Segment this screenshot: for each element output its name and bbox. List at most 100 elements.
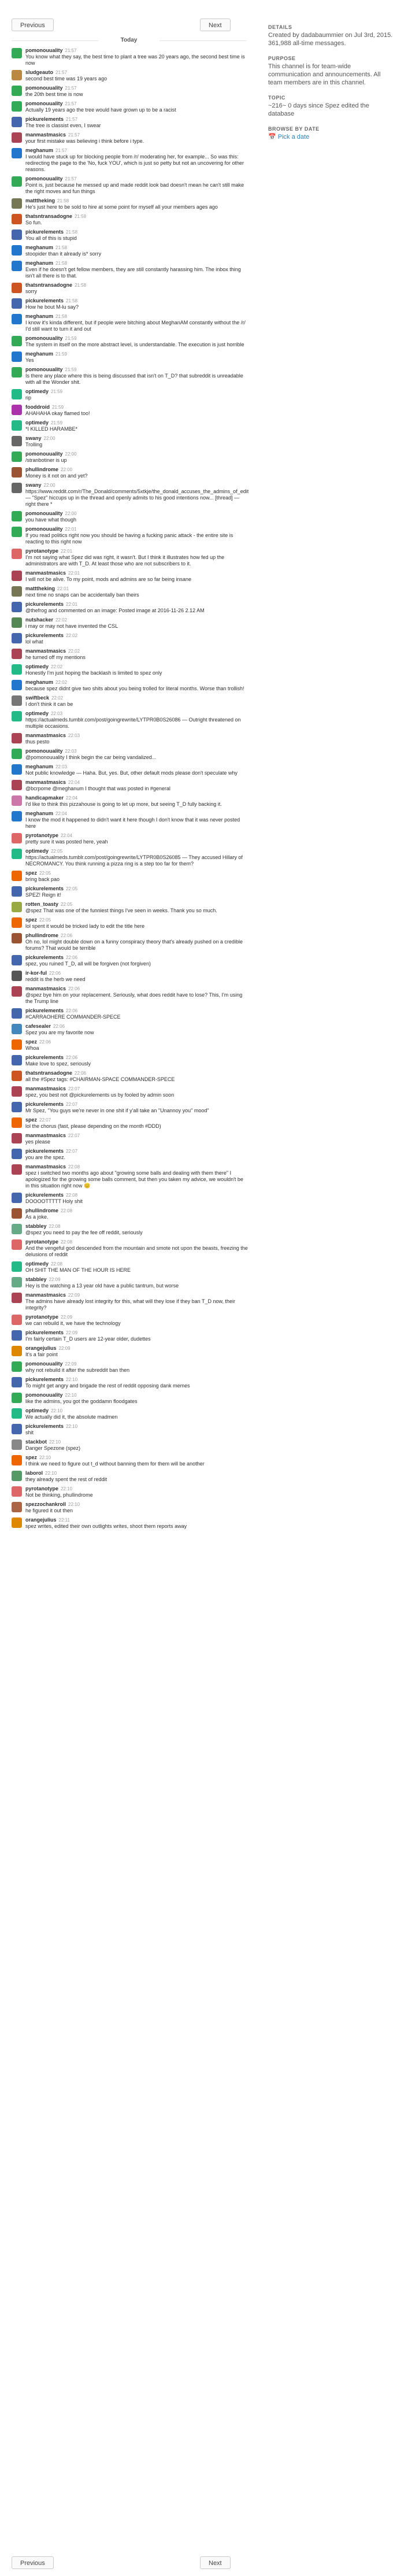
message-username[interactable]: pomonouuality [25,85,63,91]
message-username[interactable]: meghanum [25,764,53,769]
message-timestamp[interactable]: 22:05 [39,871,51,876]
message-timestamp[interactable]: 21:58 [55,245,67,250]
message-username[interactable]: pomonouuality [25,101,63,106]
message-username[interactable]: phullindrome [25,932,58,938]
message-timestamp[interactable]: 22:04 [66,795,77,801]
message-username[interactable]: pomonouuality [25,1361,63,1367]
message-timestamp[interactable]: 22:00 [65,451,77,457]
message-username[interactable]: pickurelements [25,632,64,638]
avatar[interactable] [12,1117,22,1128]
message-timestamp[interactable]: 22:01 [61,549,72,554]
avatar[interactable] [12,389,22,399]
message-username[interactable]: meghanum [25,313,53,319]
avatar[interactable] [12,511,22,521]
message-timestamp[interactable]: 21:58 [66,230,77,235]
message-timestamp[interactable]: 21:59 [52,405,64,410]
message-timestamp[interactable]: 22:06 [66,1008,77,1013]
message-timestamp[interactable]: 22:01 [68,571,80,576]
avatar[interactable] [12,101,22,112]
message-timestamp[interactable]: 22:09 [59,1346,71,1351]
message-username[interactable]: pomonouuality [25,748,63,754]
message-timestamp[interactable]: 21:57 [55,70,67,75]
message-timestamp[interactable]: 21:58 [55,314,67,319]
message-timestamp[interactable]: 22:06 [61,933,72,938]
message-username[interactable]: nutshacker [25,617,53,623]
message-username[interactable]: pomonouuality [25,526,63,532]
avatar[interactable] [12,1502,22,1512]
avatar[interactable] [12,780,22,790]
message-username[interactable]: optimedy [25,1261,49,1267]
message-username[interactable]: orangejulius [25,1345,57,1351]
avatar[interactable] [12,1133,22,1143]
message-username[interactable]: pickurelements [25,1054,64,1060]
avatar[interactable] [12,886,22,897]
message-timestamp[interactable]: 22:09 [68,1293,80,1298]
avatar[interactable] [12,1377,22,1387]
avatar[interactable] [12,833,22,843]
message-username[interactable]: spez [25,870,37,876]
message-timestamp[interactable]: 21:57 [68,132,80,138]
message-timestamp[interactable]: 22:09 [49,1277,61,1282]
avatar[interactable] [12,1208,22,1219]
avatar[interactable] [12,1102,22,1112]
message-username[interactable]: meghanum [25,245,53,250]
message-timestamp[interactable]: 22:06 [66,955,77,960]
message-timestamp[interactable]: 22:10 [68,1502,80,1507]
message-username[interactable]: manmastmasics [25,132,66,138]
message-timestamp[interactable]: 21:59 [51,420,62,425]
message-timestamp[interactable]: 22:03 [51,711,62,716]
avatar[interactable] [12,571,22,581]
avatar[interactable] [12,795,22,806]
message-timestamp[interactable]: 22:02 [55,680,67,685]
message-timestamp[interactable]: 22:08 [51,1261,62,1267]
avatar[interactable] [12,1071,22,1081]
message-username[interactable]: thatsntransadogne [25,1070,72,1076]
message-timestamp[interactable]: 22:04 [61,833,72,838]
message-timestamp[interactable]: 21:58 [66,298,77,304]
message-username[interactable]: pomonouuality [25,367,63,372]
message-timestamp[interactable]: 22:01 [57,586,69,591]
message-timestamp[interactable]: 22:05 [66,886,77,891]
message-timestamp[interactable]: 21:57 [65,176,77,182]
message-username[interactable]: matttheking [25,586,55,591]
avatar[interactable] [12,695,22,706]
avatar[interactable] [12,176,22,187]
avatar[interactable] [12,245,22,256]
avatar[interactable] [12,1086,22,1097]
avatar[interactable] [12,70,22,80]
avatar[interactable] [12,1330,22,1341]
message-username[interactable]: pickurelements [25,1330,64,1335]
message-timestamp[interactable]: 22:10 [51,1408,62,1413]
message-timestamp[interactable]: 21:57 [65,48,77,53]
avatar[interactable] [12,132,22,143]
message-username[interactable]: matttheking [25,198,55,203]
message-username[interactable]: pickurelements [25,1008,64,1013]
message-timestamp[interactable]: 22:09 [66,1330,77,1335]
message-username[interactable]: stabbley [25,1223,47,1229]
message-timestamp[interactable]: 21:59 [65,336,77,341]
message-username[interactable]: manmastmasics [25,1292,66,1298]
avatar[interactable] [12,1024,22,1034]
message-timestamp[interactable]: 21:58 [55,261,67,266]
avatar[interactable] [12,933,22,943]
message-username[interactable]: phullindrome [25,1208,58,1213]
avatar[interactable] [12,1261,22,1272]
avatar[interactable] [12,367,22,377]
avatar[interactable] [12,586,22,597]
message-timestamp[interactable]: 22:10 [65,1393,77,1398]
message-username[interactable]: pickurelements [25,298,64,304]
message-timestamp[interactable]: 22:00 [65,511,77,516]
avatar[interactable] [12,1315,22,1325]
avatar[interactable] [12,871,22,881]
message-username[interactable]: spezzochankroll [25,1501,66,1507]
message-username[interactable]: optimedy [25,848,49,854]
message-timestamp[interactable]: 22:01 [66,602,77,607]
message-timestamp[interactable]: 22:07 [39,1117,51,1123]
message-username[interactable]: optimedy [25,420,49,425]
next-button-bottom[interactable]: Next [200,2556,231,2569]
message-timestamp[interactable]: 22:03 [55,764,67,769]
avatar[interactable] [12,1408,22,1419]
previous-button[interactable]: Previous [12,18,54,31]
message-timestamp[interactable]: 22:08 [68,1164,80,1169]
message-username[interactable]: pomonouuality [25,176,63,182]
